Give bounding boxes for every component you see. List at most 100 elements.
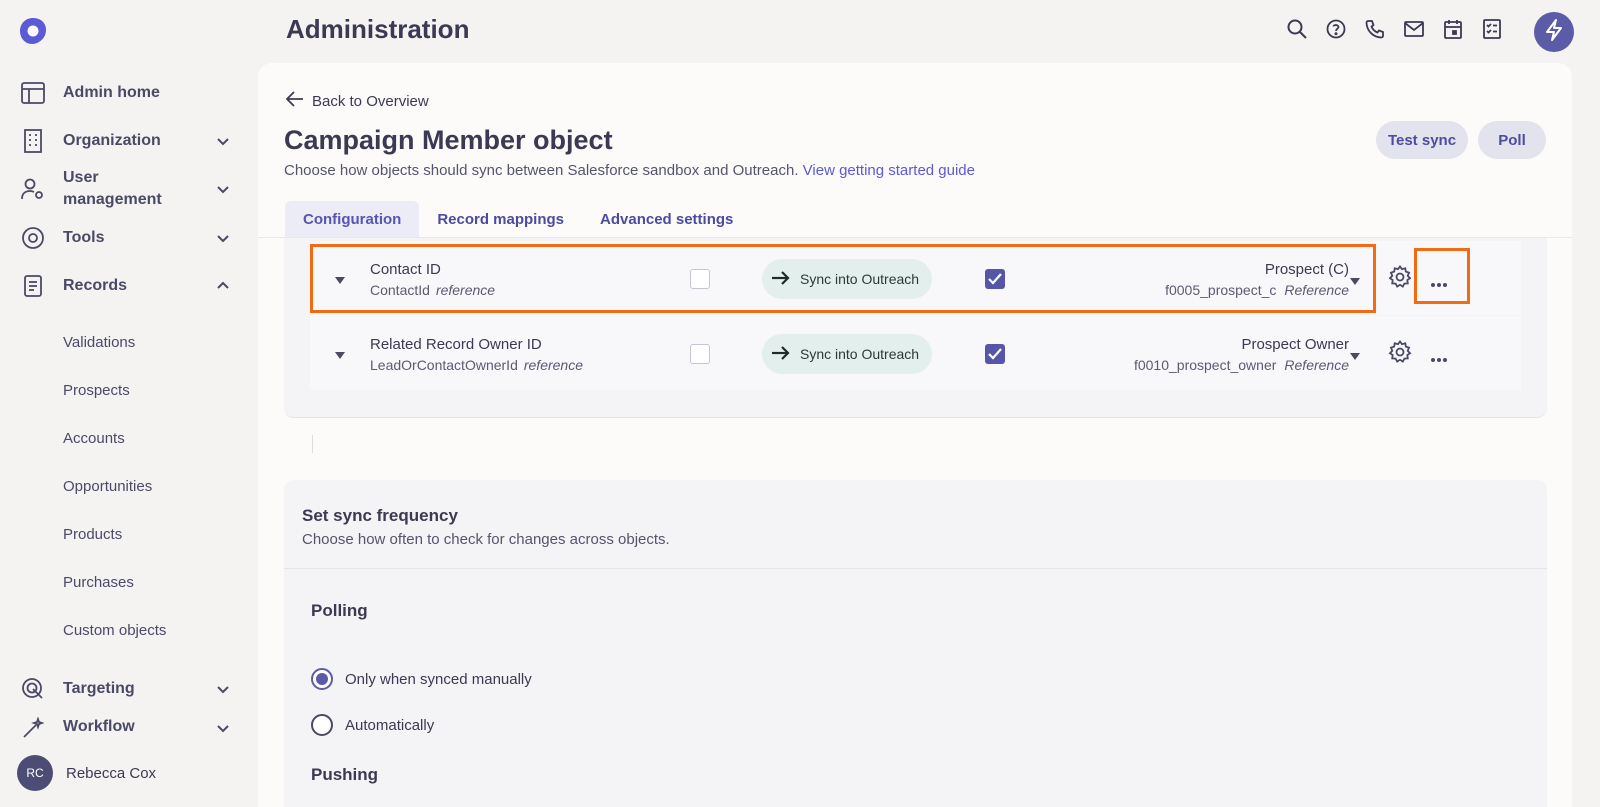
sidebar-item-label: User management — [63, 169, 162, 208]
test-sync-button[interactable]: Test sync — [1376, 121, 1468, 159]
sidebar-item-targeting[interactable]: Targeting — [20, 673, 240, 705]
mapping-row: Related Record Owner ID LeadOrContactOwn… — [310, 316, 1521, 390]
arrow-right-icon — [762, 270, 800, 288]
quick-actions-button[interactable] — [1534, 12, 1574, 52]
target-field-api: f0005_prospect_c Reference — [1165, 282, 1349, 298]
search-icon[interactable] — [1286, 18, 1308, 40]
radio-label: Only when synced manually — [345, 670, 532, 688]
mail-icon[interactable] — [1403, 18, 1425, 40]
magic-wand-icon — [20, 716, 46, 740]
object-title: Campaign Member object — [284, 125, 613, 155]
chevron-down-icon — [216, 682, 230, 696]
tab-advanced-settings[interactable]: Advanced settings — [582, 201, 751, 237]
sidebar-subitem-validations[interactable]: Validations — [63, 334, 135, 351]
sidebar-item-label: Records — [63, 277, 128, 294]
sidebar-item-tools[interactable]: Tools — [20, 222, 240, 254]
tasks-icon[interactable] — [1481, 18, 1503, 40]
caret-down-icon[interactable] — [1349, 274, 1361, 285]
tab-configuration[interactable]: Configuration — [285, 201, 420, 237]
sidebar-subitem-custom-objects[interactable]: Custom objects — [63, 622, 166, 639]
source-api-name: LeadOrContactOwnerId — [370, 357, 518, 373]
help-icon[interactable] — [1325, 18, 1347, 40]
field-mappings-card: Contact ID ContactId reference Sync into … — [284, 238, 1547, 418]
sidebar-subitem-products[interactable]: Products — [63, 526, 122, 543]
tab-bar: Configuration Record mappings Advanced s… — [285, 201, 751, 237]
sync-frequency-card: Set sync frequency Choose how often to c… — [284, 480, 1547, 807]
sync-direction-button[interactable]: Sync into Outreach — [762, 334, 932, 374]
pushing-heading: Pushing — [311, 765, 379, 784]
source-checkbox[interactable] — [690, 269, 710, 289]
target-icon — [20, 676, 46, 702]
target-field-name: Prospect (C) — [1264, 261, 1349, 278]
getting-started-link[interactable]: View getting started guide — [803, 162, 975, 179]
bolt-icon — [1544, 18, 1564, 46]
sidebar: Admin home Organization User management … — [0, 0, 252, 807]
sidebar-item-workflow-automations[interactable]: Workflow automations — [20, 716, 240, 740]
target-field-name: Prospect Owner — [1241, 336, 1349, 353]
sidebar-item-admin-home[interactable]: Admin home — [20, 77, 240, 109]
radio-manual-sync[interactable]: Only when synced manually — [311, 668, 532, 690]
phone-icon[interactable] — [1364, 18, 1386, 40]
sidebar-item-label: Targeting — [63, 680, 135, 697]
sidebar-item-user-management[interactable]: User management — [20, 167, 240, 211]
sidebar-item-organization[interactable]: Organization — [20, 125, 240, 157]
main-panel: Back to Overview Campaign Member object … — [258, 63, 1572, 807]
user-name: Rebecca Cox — [66, 764, 157, 782]
sidebar-item-label: Tools — [63, 229, 105, 246]
sync-label: Sync into Outreach — [800, 346, 920, 362]
layout-icon — [20, 80, 46, 106]
more-options-icon[interactable] — [1430, 275, 1448, 287]
gear-icon[interactable] — [1388, 339, 1412, 364]
sync-label: Sync into Outreach — [800, 271, 920, 287]
polling-heading: Polling — [311, 601, 368, 620]
back-to-overview-link[interactable]: Back to Overview — [285, 91, 429, 111]
calendar-icon[interactable] — [1442, 18, 1464, 40]
subtitle-text: Choose how objects should sync between S… — [284, 162, 799, 179]
source-field-name: Contact ID — [370, 261, 441, 278]
sync-direction-button[interactable]: Sync into Outreach — [762, 259, 932, 299]
gear-icon[interactable] — [1388, 264, 1412, 289]
source-field-api: LeadOrContactOwnerId reference — [370, 357, 583, 373]
caret-down-icon[interactable] — [334, 348, 346, 359]
caret-down-icon[interactable] — [1349, 349, 1361, 360]
target-field-type: Reference — [1284, 282, 1349, 298]
arrow-left-icon — [285, 91, 312, 111]
source-checkbox[interactable] — [690, 344, 710, 364]
avatar: RC — [17, 755, 53, 791]
radio-button — [311, 714, 333, 736]
radio-button-selected — [311, 668, 333, 690]
sidebar-subitem-accounts[interactable]: Accounts — [63, 430, 125, 447]
page-title: Administration — [286, 14, 470, 44]
chevron-down-icon — [216, 182, 230, 196]
source-field-type: reference — [435, 282, 496, 298]
tools-icon — [20, 225, 46, 251]
chevron-up-icon — [216, 279, 230, 293]
arrow-right-icon — [762, 345, 800, 363]
sidebar-item-records[interactable]: Records — [20, 270, 240, 302]
back-label: Back to Overview — [312, 92, 429, 110]
sidebar-item-label: Workflow automations — [63, 718, 135, 735]
sidebar-subitem-opportunities[interactable]: Opportunities — [63, 478, 152, 495]
target-checkbox[interactable] — [985, 344, 1005, 364]
sidebar-subitem-purchases[interactable]: Purchases — [63, 574, 134, 591]
user-profile[interactable]: RC Rebecca Cox — [17, 755, 156, 791]
user-gear-icon — [20, 176, 46, 202]
sidebar-subitem-prospects[interactable]: Prospects — [63, 382, 130, 399]
caret-down-icon[interactable] — [334, 273, 346, 284]
sidebar-item-label: Organization — [63, 132, 161, 149]
radio-label: Automatically — [345, 716, 435, 734]
target-field-type: Reference — [1284, 357, 1349, 373]
target-api-name: f0005_prospect_c — [1165, 282, 1277, 298]
radio-automatic-sync[interactable]: Automatically — [311, 714, 434, 736]
tab-record-mappings[interactable]: Record mappings — [419, 201, 582, 237]
chevron-down-icon — [216, 721, 230, 735]
sync-frequency-subtitle: Choose how often to check for changes ac… — [302, 531, 670, 548]
clipboard-icon — [20, 273, 46, 299]
target-checkbox[interactable] — [985, 269, 1005, 289]
source-field-api: ContactId reference — [370, 282, 495, 298]
chevron-down-icon — [216, 134, 230, 148]
poll-button[interactable]: Poll — [1478, 121, 1546, 159]
more-options-icon[interactable] — [1430, 350, 1448, 362]
outreach-logo-icon[interactable] — [18, 16, 48, 46]
sync-frequency-title: Set sync frequency — [302, 506, 458, 525]
